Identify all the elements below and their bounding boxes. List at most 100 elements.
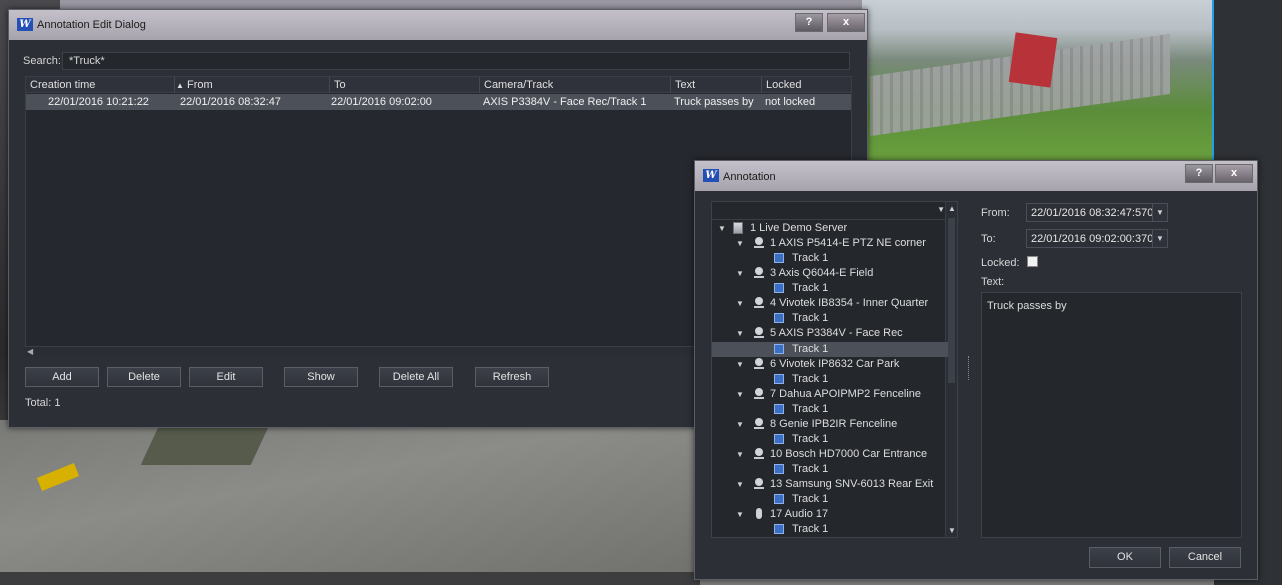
track-icon: [774, 524, 784, 534]
tree-item-label: Track 1: [792, 373, 829, 385]
annotation-dialog-title: Annotation: [723, 171, 776, 183]
tree-item-camera[interactable]: ▼ 4 Vivotek IB8354 - Inner Quarter: [712, 296, 948, 311]
app-logo-icon: W: [17, 18, 33, 31]
tree-item-label: 8 Genie IPB2IR Fenceline: [770, 418, 898, 430]
scroll-up-icon[interactable]: ▲: [948, 204, 956, 213]
tree-item-camera[interactable]: ▼ 7 Dahua APOIPMP2 Fenceline: [712, 387, 948, 402]
cell-locked: not locked: [765, 96, 816, 108]
track-icon: [774, 253, 784, 263]
annotation-dialog-titlebar[interactable]: W Annotation ? x: [695, 161, 1257, 191]
tree-item-track[interactable]: Track 1: [712, 462, 948, 477]
tree-item-camera[interactable]: ▼ 3 Axis Q6044-E Field: [712, 266, 948, 281]
tree-item-label: Track 1: [792, 493, 829, 505]
panel-splitter[interactable]: [968, 356, 971, 380]
tree-item-camera[interactable]: ▼ 13 Samsung SNV-6013 Rear Exit: [712, 477, 948, 492]
tree-item-camera[interactable]: ▼ 8 Genie IPB2IR Fenceline: [712, 417, 948, 432]
from-dropdown-icon[interactable]: ▼: [1152, 203, 1168, 222]
to-datetime-input[interactable]: 22/01/2016 09:02:00:370: [1026, 229, 1160, 248]
help-button[interactable]: ?: [795, 13, 823, 32]
track-icon: [774, 283, 784, 293]
tree-item-track[interactable]: Track 1: [712, 522, 948, 537]
scroll-down-icon[interactable]: ▼: [948, 526, 956, 535]
video-bottom-bar: [0, 572, 700, 585]
search-input[interactable]: [62, 52, 850, 70]
tree-item-track[interactable]: Track 1: [712, 311, 948, 326]
cell-to: 22/01/2016 09:02:00: [331, 96, 432, 108]
refresh-button[interactable]: Refresh: [475, 367, 549, 387]
tree-item-label: 1 AXIS P5414-E PTZ NE corner: [770, 237, 926, 249]
expand-arrow-icon[interactable]: ▼: [736, 420, 744, 429]
tree-item-label: 6 Vivotek IP8632 Car Park: [770, 358, 900, 370]
help-button[interactable]: ?: [1185, 164, 1213, 183]
tree-item-label: Track 1: [792, 343, 829, 355]
to-dropdown-icon[interactable]: ▼: [1152, 229, 1168, 248]
tree-item-track[interactable]: Track 1: [712, 251, 948, 266]
expand-arrow-icon[interactable]: ▼: [736, 480, 744, 489]
to-label: To:: [981, 233, 996, 245]
total-count: Total: 1: [25, 397, 61, 409]
tree-item-camera[interactable]: ▼ 1 AXIS P5414-E PTZ NE corner: [712, 236, 948, 251]
add-button[interactable]: Add: [25, 367, 99, 387]
close-button[interactable]: x: [827, 13, 865, 32]
tree-item-label: 17 Audio 17: [770, 508, 829, 520]
tree-item-track[interactable]: Track 1: [712, 432, 948, 447]
column-header-locked[interactable]: Locked: [761, 77, 801, 93]
from-datetime-input[interactable]: 22/01/2016 08:32:47:570: [1026, 203, 1160, 222]
chevron-down-icon[interactable]: ▼: [937, 205, 945, 214]
cell-text: Truck passes by: [674, 96, 754, 108]
tree-item-server[interactable]: ▼ 1 Live Demo Server: [712, 221, 948, 236]
camera-icon: [754, 267, 764, 279]
annotation-dialog: W Annotation ? x ▼ ▲ ▼ ▼ 1 Live Demo Ser…: [694, 160, 1258, 580]
edit-dialog-titlebar[interactable]: W Annotation Edit Dialog ? x: [9, 10, 867, 40]
tree-item-label: Track 1: [792, 252, 829, 264]
column-header-text[interactable]: Text: [670, 77, 695, 93]
tree-item-track[interactable]: Track 1: [712, 372, 948, 387]
expand-arrow-icon[interactable]: ▼: [736, 390, 744, 399]
annotation-text-area[interactable]: Truck passes by: [981, 292, 1242, 538]
track-icon: [774, 434, 784, 444]
delete-all-button[interactable]: Delete All: [379, 367, 453, 387]
locked-checkbox[interactable]: [1027, 256, 1038, 267]
expand-arrow-icon[interactable]: ▼: [736, 269, 744, 278]
camera-icon: [754, 237, 764, 249]
tree-item-audio[interactable]: ▼ 17 Audio 17: [712, 507, 948, 522]
cancel-button[interactable]: Cancel: [1169, 547, 1241, 568]
table-row[interactable]: 22/01/2016 10:21:22 22/01/2016 08:32:47 …: [26, 94, 851, 110]
column-header-to[interactable]: To: [329, 77, 346, 93]
tree-item-label: 5 AXIS P3384V - Face Rec: [770, 327, 903, 339]
expand-arrow-icon[interactable]: ▼: [718, 224, 726, 233]
tree-item-label: 7 Dahua APOIPMP2 Fenceline: [770, 388, 922, 400]
app-logo-icon: W: [703, 169, 719, 182]
microphone-icon: [756, 508, 762, 519]
delete-button[interactable]: Delete: [107, 367, 181, 387]
track-icon: [774, 313, 784, 323]
tree-item-track-selected[interactable]: Track 1: [712, 342, 948, 357]
column-header-camera-track[interactable]: Camera/Track: [479, 77, 553, 93]
expand-arrow-icon[interactable]: ▼: [736, 239, 744, 248]
expand-arrow-icon[interactable]: ▼: [736, 510, 744, 519]
edit-button[interactable]: Edit: [189, 367, 263, 387]
tree-item-label: Track 1: [792, 403, 829, 415]
tree-item-camera[interactable]: ▼ 5 AXIS P3384V - Face Rec: [712, 326, 948, 341]
column-header-creation-time[interactable]: Creation time: [30, 79, 95, 91]
tree-item-track[interactable]: Track 1: [712, 492, 948, 507]
column-header-from[interactable]: From: [174, 77, 213, 93]
expand-arrow-icon[interactable]: ▼: [736, 299, 744, 308]
tree-item-label: Track 1: [792, 463, 829, 475]
tree-item-track[interactable]: Track 1: [712, 281, 948, 296]
expand-arrow-icon[interactable]: ▼: [736, 360, 744, 369]
from-label: From:: [981, 207, 1010, 219]
tree-filter-combo[interactable]: ▼: [712, 202, 957, 220]
show-button[interactable]: Show: [284, 367, 358, 387]
scroll-thumb[interactable]: [948, 218, 955, 383]
tree-item-camera[interactable]: ▼ 6 Vivotek IP8632 Car Park: [712, 357, 948, 372]
scroll-left-icon[interactable]: ◀: [27, 347, 33, 357]
table-header: Creation time ▲ From To Camera/Track Tex…: [26, 77, 851, 93]
close-button[interactable]: x: [1215, 164, 1253, 183]
ok-button[interactable]: OK: [1089, 547, 1161, 568]
tree-item-track[interactable]: Track 1: [712, 402, 948, 417]
expand-arrow-icon[interactable]: ▼: [736, 450, 744, 459]
expand-arrow-icon[interactable]: ▼: [736, 329, 744, 338]
tree-item-camera[interactable]: ▼ 10 Bosch HD7000 Car Entrance: [712, 447, 948, 462]
camera-icon: [754, 297, 764, 309]
